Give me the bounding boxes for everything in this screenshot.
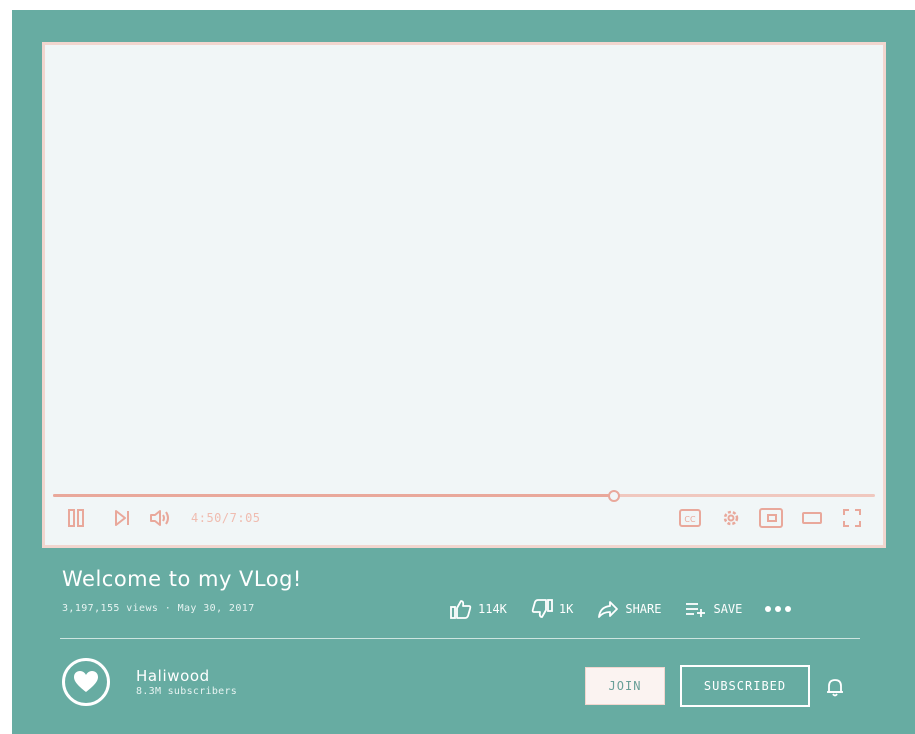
progress-scrubber[interactable] — [607, 490, 620, 502]
volume-button[interactable] — [148, 505, 174, 531]
notification-bell[interactable] — [824, 676, 846, 698]
player-controls: 4:50/7:05 CC — [45, 503, 883, 533]
save-button[interactable]: SAVE — [685, 599, 742, 619]
theater-mode-icon — [802, 512, 822, 524]
fullscreen-icon — [843, 509, 861, 527]
channel-name[interactable]: Haliwood — [136, 667, 210, 685]
dislike-button[interactable]: 1K — [531, 599, 573, 619]
save-label: SAVE — [713, 602, 743, 616]
channel-avatar[interactable] — [62, 658, 110, 706]
thumbs-up-icon — [450, 600, 472, 619]
thumbs-down-icon — [531, 599, 553, 618]
video-player[interactable]: 4:50/7:05 CC — [42, 42, 886, 548]
gear-icon — [723, 510, 739, 526]
heart-icon — [74, 671, 98, 692]
miniplayer-button[interactable] — [758, 505, 784, 531]
subscribed-button[interactable]: SUBSCRIBED — [680, 665, 810, 707]
share-icon — [598, 601, 619, 618]
share-label: SHARE — [625, 602, 662, 616]
progress-fill — [53, 494, 614, 497]
more-actions-button[interactable] — [764, 605, 798, 613]
video-title: Welcome to my VLog! — [62, 567, 302, 591]
time-display: 4:50/7:05 — [191, 511, 261, 525]
share-button[interactable]: SHARE — [597, 599, 661, 619]
subscriber-count: 8.3M subscribers — [136, 686, 238, 697]
like-count: 114K — [478, 602, 507, 616]
video-actions: 114K 1K SHARE SAVE — [450, 597, 798, 621]
captions-icon: CC — [679, 509, 701, 527]
video-meta: 3,197,155 views · May 30, 2017 — [62, 603, 255, 614]
next-button[interactable] — [109, 505, 135, 531]
miniplayer-icon — [759, 508, 783, 528]
svg-text:CC: CC — [684, 515, 696, 524]
dislike-count: 1K — [558, 602, 574, 616]
more-icon — [765, 606, 792, 612]
playlist-add-icon — [686, 603, 706, 617]
settings-button[interactable] — [718, 505, 744, 531]
progress-bar[interactable] — [53, 490, 875, 502]
skip-next-icon — [115, 510, 129, 526]
divider — [60, 638, 860, 639]
theater-mode-button[interactable] — [799, 505, 825, 531]
bell-icon — [827, 679, 843, 697]
pause-icon — [68, 509, 84, 527]
like-button[interactable]: 114K — [450, 599, 507, 619]
fullscreen-button[interactable] — [839, 505, 865, 531]
pause-button[interactable] — [63, 505, 89, 531]
volume-icon — [150, 510, 169, 526]
join-button[interactable]: JOIN — [585, 667, 665, 705]
captions-button[interactable]: CC — [677, 505, 703, 531]
